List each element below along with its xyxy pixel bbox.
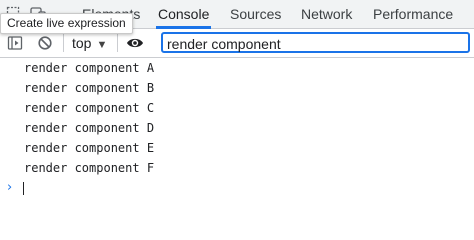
console-message: render component C: [0, 98, 474, 118]
context-selector[interactable]: top ▼: [72, 35, 107, 51]
chevron-down-icon: ▼: [96, 39, 108, 51]
tab-network[interactable]: Network: [301, 0, 352, 28]
console-prompt[interactable]: ›: [0, 178, 474, 198]
clear-console-icon[interactable]: [37, 35, 53, 56]
console-message: render component D: [0, 118, 474, 138]
console-message: render component F: [0, 158, 474, 178]
tab-performance[interactable]: Performance: [373, 0, 453, 28]
filter-field[interactable]: [161, 32, 470, 53]
console-message: render component E: [0, 138, 474, 158]
context-label: top: [72, 35, 92, 51]
text-cursor: [23, 182, 24, 195]
sidebar-toggle-icon[interactable]: [7, 35, 23, 56]
prompt-chevron-icon: ›: [7, 180, 13, 195]
console-message: render component A: [0, 58, 474, 78]
tab-sources[interactable]: Sources: [230, 0, 281, 28]
filter-input[interactable]: [167, 35, 457, 52]
tab-console[interactable]: Console: [155, 0, 212, 29]
console-message: render component B: [0, 78, 474, 98]
live-expression-tooltip: Create live expression: [0, 13, 133, 34]
live-expression-eye-icon[interactable]: [126, 36, 144, 55]
toolbar-divider: [63, 34, 64, 52]
console-messages: render component A render component B re…: [0, 58, 474, 178]
toolbar-divider: [117, 34, 118, 52]
